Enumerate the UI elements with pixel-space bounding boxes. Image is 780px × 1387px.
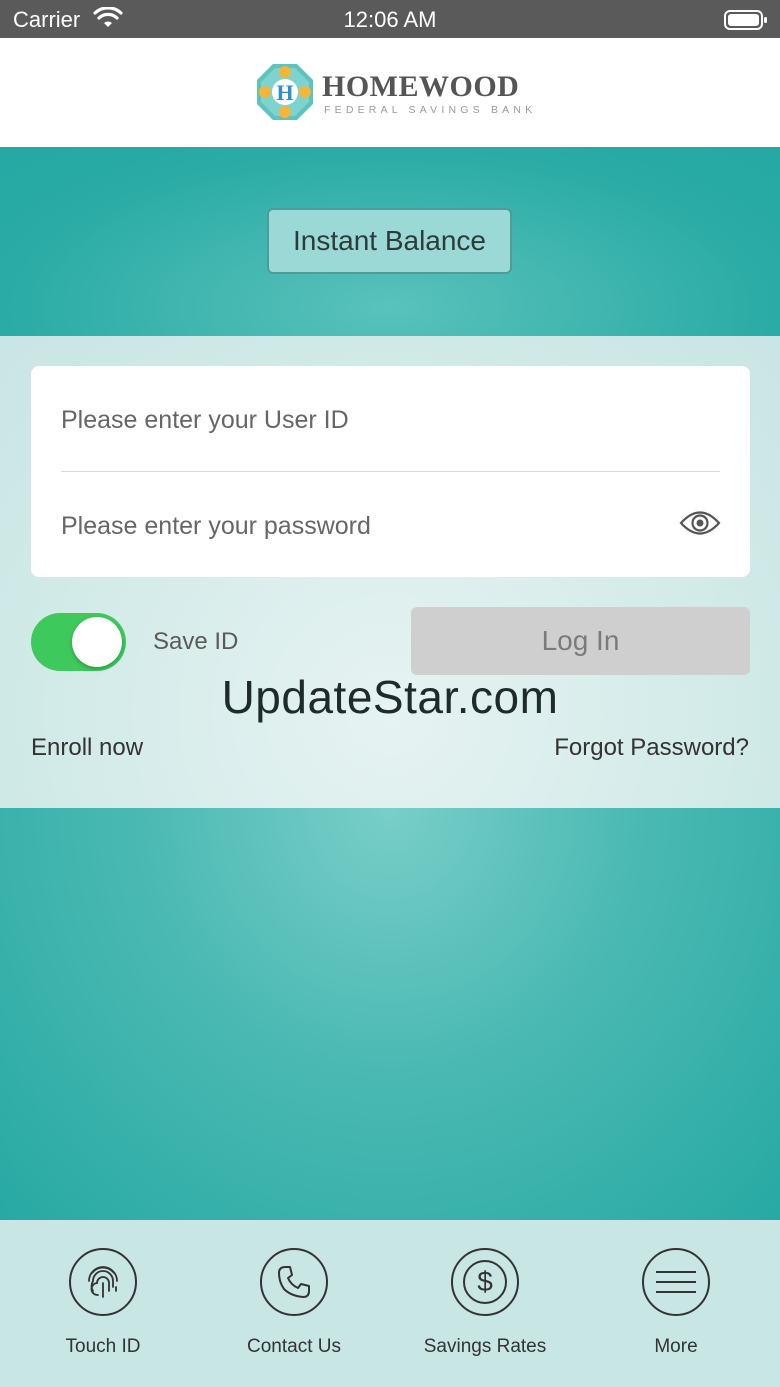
tab-more[interactable]: More	[581, 1248, 771, 1358]
app-header: H HOMEWOOD FEDERAL SAVINGS BANK	[0, 38, 780, 147]
phone-icon	[260, 1248, 328, 1316]
tab-label: Touch ID	[65, 1336, 141, 1357]
user-id-input[interactable]: Please enter your User ID	[61, 406, 349, 435]
forgot-password-link[interactable]: Forgot Password?	[554, 734, 749, 762]
login-card: Please enter your User ID Please enter y…	[31, 366, 750, 577]
show-password-icon[interactable]	[679, 508, 721, 543]
tab-contact-us[interactable]: Contact Us	[199, 1248, 389, 1358]
homewood-logo-icon: H	[257, 64, 313, 125]
fingerprint-icon	[69, 1248, 137, 1316]
field-divider	[61, 471, 720, 472]
svg-text:$: $	[477, 1266, 493, 1297]
tab-label: More	[654, 1336, 698, 1357]
save-id-toggle[interactable]	[31, 613, 126, 671]
tab-bar: Touch ID Contact Us $ Savings Rates More	[0, 1220, 780, 1387]
brand-subtitle: FEDERAL SAVINGS BANK	[324, 104, 537, 116]
password-input[interactable]: Please enter your password	[61, 512, 371, 541]
menu-icon	[642, 1248, 710, 1316]
status-bar: Carrier 12:06 AM	[0, 0, 780, 38]
tab-label: Savings Rates	[423, 1336, 547, 1357]
dollar-icon: $	[451, 1248, 519, 1316]
background-band	[0, 808, 780, 1220]
battery-icon	[724, 9, 768, 36]
enroll-now-link[interactable]: Enroll now	[31, 734, 143, 762]
tab-savings-rates[interactable]: $ Savings Rates	[390, 1248, 580, 1358]
hero-band: Instant Balance	[0, 147, 780, 336]
tab-touch-id[interactable]: Touch ID	[8, 1248, 198, 1358]
save-id-label: Save ID	[153, 628, 239, 655]
login-button[interactable]: Log In	[411, 607, 750, 675]
toggle-knob	[72, 617, 122, 667]
login-section: Please enter your User ID Please enter y…	[0, 336, 780, 808]
watermark-text: UpdateStar.com	[221, 671, 559, 723]
instant-balance-button[interactable]: Instant Balance	[267, 208, 512, 274]
status-time: 12:06 AM	[343, 7, 437, 32]
tab-label: Contact Us	[247, 1336, 341, 1357]
svg-text:H: H	[276, 80, 293, 105]
brand-name: HOMEWOOD	[322, 70, 520, 103]
